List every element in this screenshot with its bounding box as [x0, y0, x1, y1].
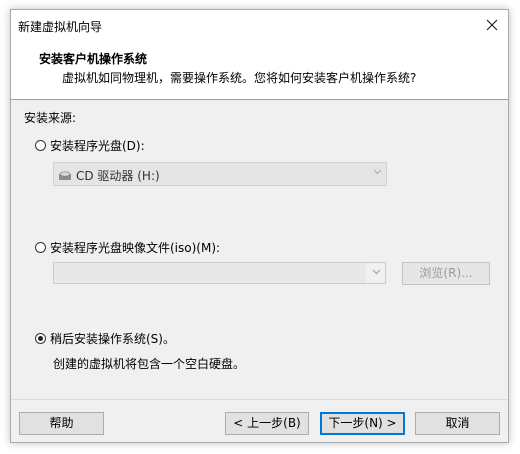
chevron-down-icon — [373, 169, 382, 175]
help-button[interactable]: 帮助 — [19, 412, 104, 435]
window-title: 新建虚拟机向导 — [18, 20, 103, 34]
iso-path-input[interactable] — [54, 263, 366, 283]
back-button[interactable]: < 上一步(B) — [225, 412, 309, 435]
install-later-note: 创建的虚拟机将包含一个空白硬盘。 — [53, 357, 246, 371]
next-button[interactable]: 下一步(N) > — [320, 412, 405, 435]
radio-installer-disc-label: 安装程序光盘(D): — [50, 138, 145, 153]
chevron-down-icon — [372, 269, 381, 275]
close-icon[interactable] — [483, 16, 501, 34]
drive-select[interactable]: CD 驱动器 (H:) — [53, 162, 387, 186]
title-bar: 新建虚拟机向导 — [11, 10, 508, 40]
page-subtitle: 虚拟机如同物理机，需要操作系统。您将如何安装客户机操作系统? — [62, 71, 417, 85]
iso-path-combo[interactable] — [53, 262, 386, 284]
radio-installer-disc[interactable]: 安装程序光盘(D): — [35, 136, 145, 154]
cancel-button[interactable]: 取消 — [415, 412, 500, 435]
wizard-header: 安装客户机操作系统 虚拟机如同物理机，需要操作系统。您将如何安装客户机操作系统? — [11, 40, 508, 100]
install-source-label: 安装来源: — [24, 111, 77, 125]
radio-install-later[interactable]: 稍后安装操作系统(S)。 — [35, 329, 175, 347]
radio-install-later-label: 稍后安装操作系统(S)。 — [50, 331, 175, 346]
radio-button[interactable] — [35, 241, 46, 253]
radio-iso-image-label: 安装程序光盘映像文件(iso)(M): — [50, 240, 221, 255]
radio-button[interactable] — [35, 139, 46, 151]
page-title: 安装客户机操作系统 — [39, 52, 148, 66]
footer-divider — [11, 399, 508, 400]
radio-button[interactable] — [35, 332, 46, 344]
drive-select-value: CD 驱动器 (H:) — [76, 169, 160, 183]
new-vm-wizard-dialog: 新建虚拟机向导 安装客户机操作系统 虚拟机如同物理机，需要操作系统。您将如何安装… — [10, 9, 509, 443]
radio-iso-image[interactable]: 安装程序光盘映像文件(iso)(M): — [35, 238, 220, 256]
browse-button[interactable]: 浏览(R)... — [402, 262, 490, 285]
cd-drive-icon — [59, 171, 71, 180]
